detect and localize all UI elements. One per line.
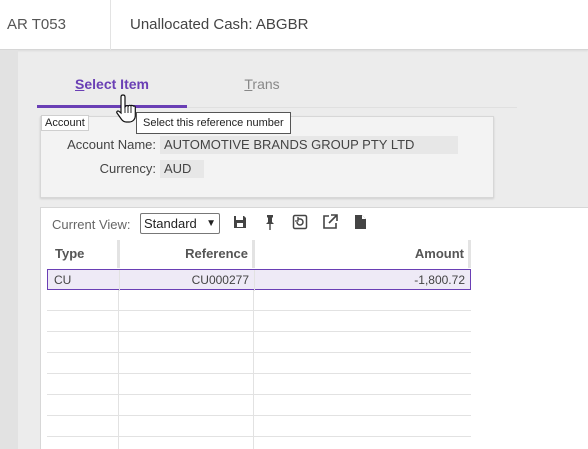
tooltip: Select this reference number xyxy=(136,112,291,134)
empty-cell xyxy=(47,416,119,437)
external-link-icon[interactable] xyxy=(321,213,339,231)
chevron-down-icon: ▼ xyxy=(206,218,216,229)
account-legend: Account xyxy=(41,115,89,131)
empty-cell xyxy=(47,290,119,311)
empty-table-row xyxy=(47,353,471,374)
empty-cell xyxy=(119,395,254,416)
current-view-label: Current View: xyxy=(52,217,131,232)
column-header-reference[interactable]: Reference xyxy=(120,240,255,268)
empty-cell xyxy=(47,353,119,374)
empty-cell xyxy=(254,290,469,311)
empty-table-row xyxy=(47,311,471,332)
empty-cell xyxy=(119,311,254,332)
empty-table-row xyxy=(47,374,471,395)
cell-reference[interactable]: CU000277 xyxy=(120,270,255,291)
empty-table-row xyxy=(47,395,471,416)
document-icon[interactable] xyxy=(351,213,369,231)
column-header-type[interactable]: Type xyxy=(47,240,120,268)
table-row[interactable]: CU CU000277 -1,800.72 xyxy=(47,269,471,291)
page-title: Unallocated Cash: ABGBR xyxy=(130,16,309,33)
empty-cell xyxy=(119,437,254,449)
pin-icon[interactable] xyxy=(261,213,279,231)
cell-type: CU xyxy=(48,270,120,291)
currency-label: Currency: xyxy=(99,161,156,176)
empty-cell xyxy=(254,437,469,449)
empty-cell xyxy=(254,332,469,353)
empty-cell xyxy=(47,395,119,416)
empty-cell xyxy=(47,332,119,353)
tab-trans[interactable]: Trans xyxy=(187,66,337,108)
tab-bar: Select Item Trans xyxy=(37,66,517,108)
top-bar: AR T053 Unallocated Cash: ABGBR xyxy=(0,0,588,50)
cell-amount: -1,800.72 xyxy=(414,273,465,287)
empty-cell xyxy=(254,416,469,437)
empty-cell xyxy=(119,374,254,395)
view-select-value: Standard xyxy=(144,216,197,231)
account-name-value: AUTOMOTIVE BRANDS GROUP PTY LTD xyxy=(160,136,458,154)
empty-cell xyxy=(47,311,119,332)
tab-select-item[interactable]: Select Item xyxy=(37,66,187,108)
left-strip xyxy=(0,50,18,449)
tab-trans-label: rans xyxy=(252,76,280,92)
empty-cell xyxy=(47,374,119,395)
column-header-amount[interactable]: Amount xyxy=(255,240,471,268)
empty-cell xyxy=(119,353,254,374)
program-code: AR T053 xyxy=(7,16,66,33)
empty-table-row xyxy=(47,332,471,353)
view-select[interactable]: Standard ▼ xyxy=(140,213,220,234)
empty-table-row xyxy=(47,416,471,437)
empty-cell xyxy=(119,290,254,311)
empty-table-row xyxy=(47,437,471,449)
empty-cell xyxy=(119,416,254,437)
tab-select-item-label: elect Item xyxy=(84,76,149,92)
empty-cell xyxy=(119,332,254,353)
header-divider xyxy=(110,0,111,50)
restore-icon[interactable] xyxy=(291,213,309,231)
account-name-label: Account Name: xyxy=(67,137,156,152)
hand-cursor-icon xyxy=(116,94,136,123)
empty-cell xyxy=(254,311,469,332)
empty-table-row xyxy=(47,290,471,311)
empty-cell xyxy=(47,437,119,449)
save-icon[interactable] xyxy=(231,213,249,231)
empty-cell xyxy=(254,353,469,374)
currency-value: AUD xyxy=(160,160,204,178)
empty-cell xyxy=(254,395,469,416)
empty-cell xyxy=(254,374,469,395)
